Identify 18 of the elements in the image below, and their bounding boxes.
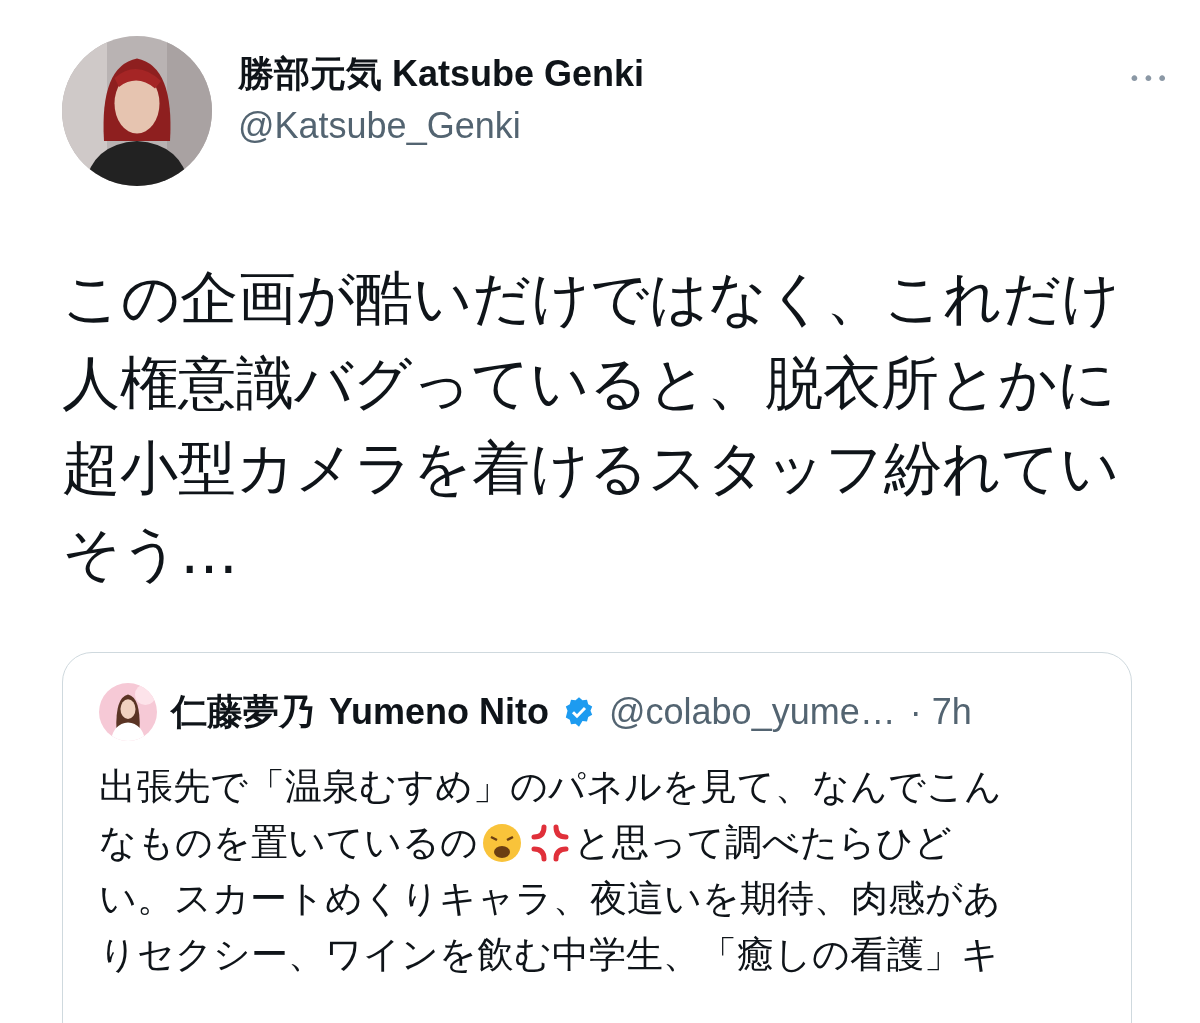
quoted-text-line: なものを置いているの: [99, 820, 478, 866]
quoted-text-line: りセクシー、ワインを飲む中学生、「癒しの看護」キ: [99, 932, 999, 978]
anger-symbol-icon: [530, 823, 570, 863]
quoted-text-line: 出張先で「温泉むすめ」のパネルを見て、なんでこん: [99, 764, 1002, 810]
weary-face-icon: [482, 823, 522, 863]
tweet-text-line: この企画が酷いだけではなく、これだけ: [62, 263, 1121, 334]
quoted-text-line: い。スカートめくりキャラ、夜這いを期待、肉感があ: [99, 876, 1001, 922]
quoted-text-line: と思って調べたらひど: [574, 820, 952, 866]
quoted-tweet-card[interactable]: 仁藤夢乃 Yumeno Nito @colabo_yume… · 7h 出張先で「温泉むすめ」のパネルを見て、なんでこん なものを置いているの と思って調べたらひど い。スカートめくりキャラ、夜這いを期待、肉感があ りセクシー、ワインを飲む中学生、「癒しの看護」キ: [62, 652, 1132, 1023]
author-name[interactable]: 勝部元気 Katsube Genki: [238, 50, 1103, 99]
quoted-author-latin-name: Yumeno Nito: [329, 691, 549, 733]
tweet-text-line: そう…: [62, 518, 239, 589]
quoted-author-handle: @colabo_yume…: [609, 691, 896, 733]
quoted-tweet-time: · 7h: [909, 691, 972, 733]
tweet-text-line: 超小型カメラを着けるスタッフ紛れてい: [62, 433, 1120, 504]
quoted-author-name: 仁藤夢乃: [171, 689, 315, 734]
tweet-text-line: 人権意識バグっていると、脱衣所とかに: [62, 348, 1117, 419]
author-handle[interactable]: @Katsube_Genki: [238, 105, 1103, 147]
